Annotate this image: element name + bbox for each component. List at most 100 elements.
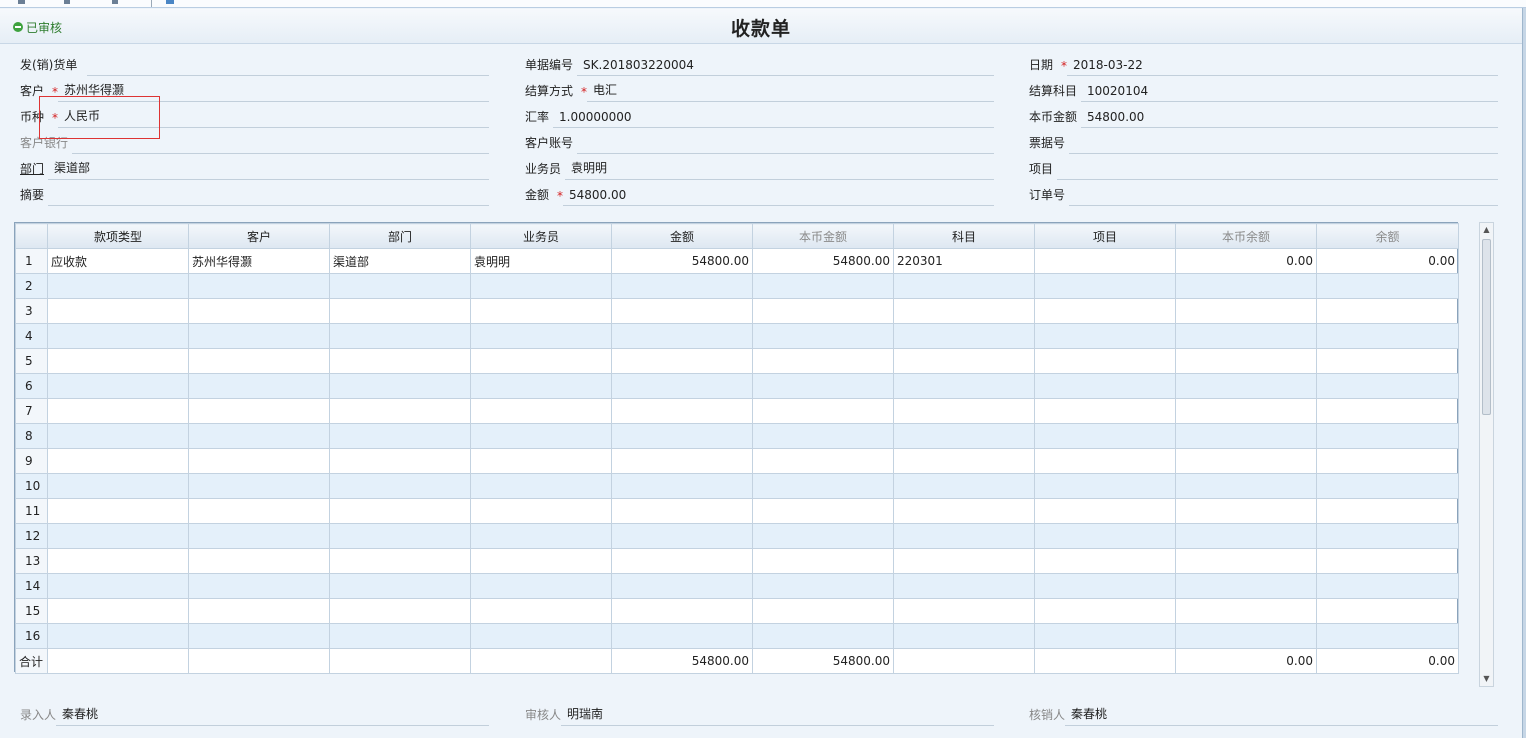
table-cell[interactable] [188,448,330,474]
table-cell[interactable] [470,623,612,649]
table-cell[interactable] [188,473,330,499]
table-cell[interactable] [1034,473,1176,499]
table-cell[interactable] [188,323,330,349]
table-cell[interactable] [47,498,189,524]
table-cell[interactable] [1316,598,1459,624]
table-cell[interactable]: 220301 [893,248,1035,274]
settlement-account-input[interactable]: 10020104 [1081,80,1498,102]
table-cell[interactable] [893,348,1035,374]
table-cell[interactable] [752,373,894,399]
table-cell[interactable] [893,273,1035,299]
table-cell[interactable] [470,323,612,349]
table-cell[interactable] [47,298,189,324]
table-cell[interactable] [1175,523,1317,549]
column-header-payment-type[interactable]: 款项类型 [47,223,189,249]
table-cell[interactable] [329,298,471,324]
table-cell[interactable] [47,448,189,474]
settlement-method-input[interactable]: 电汇 [587,80,994,102]
table-cell[interactable] [893,523,1035,549]
table-cell[interactable] [1316,348,1459,374]
table-cell[interactable] [470,598,612,624]
toolbar-button-icon[interactable] [166,0,174,4]
table-cell[interactable] [752,323,894,349]
table-cell[interactable] [611,448,753,474]
table-row[interactable]: 15 [15,598,1459,624]
table-cell[interactable] [611,473,753,499]
table-cell[interactable] [1034,248,1176,274]
table-row[interactable]: 2 [15,273,1459,299]
table-cell[interactable] [1316,573,1459,599]
table-cell[interactable] [47,548,189,574]
table-cell[interactable] [611,623,753,649]
table-cell[interactable] [188,423,330,449]
table-cell[interactable] [893,323,1035,349]
table-cell[interactable] [1175,373,1317,399]
table-cell[interactable] [893,548,1035,574]
customer-account-input[interactable] [577,132,994,154]
table-cell[interactable] [1175,448,1317,474]
table-cell[interactable] [1175,598,1317,624]
table-cell[interactable] [188,498,330,524]
table-cell[interactable] [893,598,1035,624]
table-cell[interactable] [1316,548,1459,574]
table-cell[interactable] [329,323,471,349]
table-cell[interactable]: 54800.00 [752,648,894,674]
table-cell[interactable] [329,498,471,524]
table-cell[interactable] [893,498,1035,524]
order-number-input[interactable] [1069,184,1498,206]
table-cell[interactable] [47,573,189,599]
table-cell[interactable] [188,523,330,549]
table-cell[interactable] [1175,498,1317,524]
table-cell[interactable]: 54800.00 [611,248,753,274]
column-header-customer[interactable]: 客户 [188,223,330,249]
table-cell[interactable] [329,448,471,474]
table-cell[interactable] [470,273,612,299]
table-cell[interactable] [188,273,330,299]
table-cell[interactable] [752,623,894,649]
field-label[interactable]: 部门 [20,160,44,180]
table-cell[interactable] [1316,373,1459,399]
table-cell[interactable] [47,398,189,424]
table-cell[interactable] [1175,423,1317,449]
project-input[interactable] [1057,158,1498,180]
date-input[interactable]: 2018-03-22 [1067,54,1498,76]
toolbar-button-icon[interactable] [112,0,118,4]
table-cell[interactable] [470,398,612,424]
table-cell[interactable] [1175,548,1317,574]
table-cell[interactable] [752,448,894,474]
table-cell[interactable] [611,273,753,299]
table-cell[interactable] [752,398,894,424]
currency-input[interactable]: 人民币 [58,106,489,128]
table-cell[interactable] [329,523,471,549]
table-cell[interactable] [1034,323,1176,349]
table-row[interactable]: 6 [15,373,1459,399]
table-cell[interactable] [1175,473,1317,499]
exchange-rate-input[interactable]: 1.00000000 [553,106,994,128]
table-row[interactable]: 12 [15,523,1459,549]
table-cell[interactable] [47,473,189,499]
table-cell[interactable] [1034,598,1176,624]
table-cell[interactable] [47,373,189,399]
table-cell[interactable] [188,298,330,324]
table-cell[interactable]: 渠道部 [329,248,471,274]
table-cell[interactable] [893,448,1035,474]
table-cell[interactable] [611,548,753,574]
table-cell[interactable] [893,298,1035,324]
table-cell[interactable] [1316,623,1459,649]
table-cell[interactable] [1034,423,1176,449]
table-cell[interactable] [893,398,1035,424]
table-cell[interactable] [470,473,612,499]
table-cell[interactable] [1034,573,1176,599]
grid-scrollbar[interactable]: ▲ ▼ [1479,222,1494,687]
column-header-local-balance[interactable]: 本币余额 [1175,223,1317,249]
bill-number-input[interactable] [1069,132,1498,154]
table-cell[interactable] [1034,498,1176,524]
table-cell[interactable] [329,648,471,674]
column-header-local-amount[interactable]: 本币金额 [752,223,894,249]
column-header-project[interactable]: 项目 [1034,223,1176,249]
table-cell[interactable] [188,648,330,674]
table-cell[interactable] [611,348,753,374]
table-row[interactable]: 3 [15,298,1459,324]
table-cell[interactable] [188,598,330,624]
table-cell[interactable] [752,573,894,599]
